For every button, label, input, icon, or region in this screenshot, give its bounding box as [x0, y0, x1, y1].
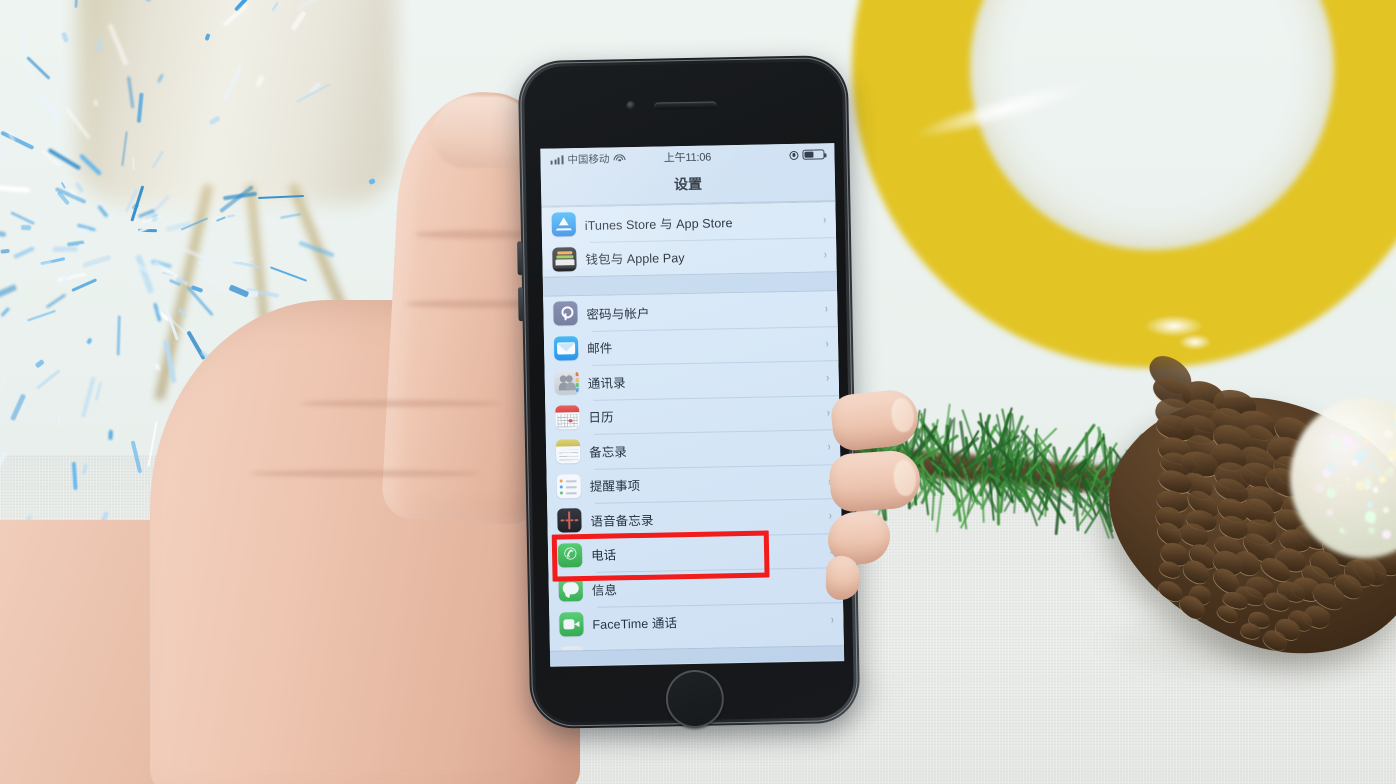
settings-row-mail[interactable]: 邮件 ›	[543, 325, 839, 366]
status-bar-time: 上午11:06	[663, 151, 712, 165]
carrier-label: 中国移动	[567, 152, 610, 166]
messages-icon	[558, 577, 583, 602]
settings-row-notes[interactable]: 备忘录 ›	[545, 429, 841, 470]
passwords-icon	[553, 301, 578, 326]
settings-row-voice-memos[interactable]: 语音备忘录 ›	[547, 498, 842, 539]
settings-row-itunes-app-store[interactable]: iTunes Store 与 App Store ›	[541, 202, 837, 243]
notes-icon	[555, 439, 581, 464]
chevron-right-icon: ›	[828, 508, 833, 523]
middle-finger	[828, 448, 922, 514]
iphone-device: 中国移动 上午11:06 设置 iTunes Store 与 App Store…	[517, 54, 861, 730]
settings-row-label: 日历	[588, 410, 614, 426]
maps-icon	[559, 646, 585, 651]
chevron-right-icon: ›	[826, 405, 831, 420]
settings-row-label: 电话	[590, 548, 617, 564]
volume-up-button[interactable]	[517, 241, 523, 276]
rotation-lock-icon	[789, 150, 799, 160]
settings-row-label: 提醒事项	[589, 479, 641, 495]
settings-group-1: iTunes Store 与 App Store › 钱包与 Apple Pay…	[541, 201, 837, 278]
settings-row-wallet-apple-pay[interactable]: 钱包与 Apple Pay ›	[542, 236, 837, 277]
contacts-icon	[554, 370, 580, 395]
settings-row-reminders[interactable]: 提醒事项 ›	[546, 463, 842, 504]
settings-row-label: 通讯录	[587, 375, 626, 391]
chevron-right-icon: ›	[825, 336, 829, 351]
settings-row-label: 钱包与 Apple Pay	[585, 251, 685, 268]
settings-list[interactable]: iTunes Store 与 App Store › 钱包与 Apple Pay…	[541, 201, 845, 666]
settings-row-label: 语音备忘录	[590, 513, 654, 529]
chevron-right-icon: ›	[824, 301, 829, 316]
wallet-icon	[552, 246, 577, 272]
wifi-icon	[613, 153, 626, 163]
page-title: 设置	[540, 165, 836, 207]
settings-row-label: 信息	[591, 583, 618, 598]
volume-down-button[interactable]	[517, 287, 524, 322]
voice-memos-icon	[557, 508, 582, 533]
calendar-icon	[555, 404, 580, 430]
front-camera-icon	[626, 100, 636, 111]
facetime-icon	[559, 611, 584, 637]
settings-row-messages[interactable]: 信息 ›	[548, 567, 844, 608]
settings-row-passwords-accounts[interactable]: 密码与帐户 ›	[543, 291, 838, 332]
chevron-right-icon: ›	[827, 439, 831, 454]
settings-row-label: 密码与帐户	[586, 306, 650, 322]
app-store-icon	[551, 212, 576, 237]
settings-row-phone[interactable]: 电话 ›	[547, 532, 843, 573]
chevron-right-icon: ›	[823, 247, 828, 262]
chevron-right-icon: ›	[826, 370, 830, 385]
settings-row-label: iTunes Store 与 App Store	[584, 215, 733, 233]
mail-icon	[553, 335, 579, 361]
settings-row-facetime[interactable]: FaceTime 通话 ›	[549, 601, 844, 642]
reminders-icon	[556, 473, 582, 499]
phone-screen: 中国移动 上午11:06 设置 iTunes Store 与 App Store…	[540, 143, 845, 667]
chevron-right-icon: ›	[830, 612, 835, 627]
chevron-right-icon: ›	[823, 212, 827, 227]
settings-row-label: FaceTime 通话	[592, 616, 678, 633]
settings-row-label: 邮件	[587, 341, 613, 357]
settings-row-contacts[interactable]: 通讯录 ›	[544, 360, 840, 401]
settings-row-label: 备忘录	[589, 444, 628, 460]
signal-bars-icon	[550, 155, 564, 165]
earpiece-speaker	[654, 101, 717, 110]
phone-icon	[557, 542, 583, 568]
settings-group-2: 密码与帐户 › 邮件 › 通讯录 › 日历 › 备忘录 › 提醒事项 语音备忘录…	[543, 290, 844, 652]
battery-icon	[802, 149, 825, 161]
settings-row-calendar[interactable]: 日历 ›	[545, 394, 840, 435]
